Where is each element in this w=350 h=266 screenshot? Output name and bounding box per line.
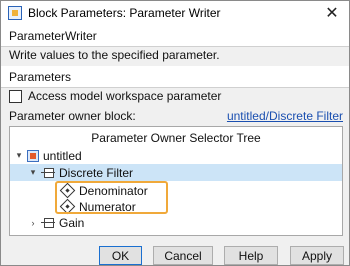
tree-node-label: untitled [43, 148, 82, 163]
tree-node-label: Discrete Filter [59, 165, 134, 180]
tree-node-discrete-filter[interactable]: ▾ Discrete Filter [10, 164, 342, 181]
cancel-button[interactable]: Cancel [153, 246, 213, 265]
help-button[interactable]: Help [224, 246, 278, 265]
access-workspace-checkbox[interactable] [9, 89, 22, 103]
block-name-header: ParameterWriter [1, 25, 349, 47]
tree-node-label: Gain [59, 215, 85, 230]
model-icon [27, 149, 39, 162]
title-bar[interactable]: Block Parameters: Parameter Writer ✕ [1, 1, 349, 25]
tree-node-gain[interactable]: › Gain [28, 214, 85, 231]
window-title: Block Parameters: Parameter Writer [28, 6, 221, 20]
block-icon [41, 217, 55, 228]
parameters-section-label: Parameters [9, 69, 72, 84]
owner-block-label: Parameter owner block: [9, 109, 136, 123]
chevron-down-icon[interactable]: ▾ [28, 167, 38, 178]
parameters-header: Parameters [1, 66, 349, 88]
access-workspace-row[interactable]: Access model workspace parameter [9, 89, 221, 103]
access-workspace-label: Access model workspace parameter [28, 89, 222, 103]
simulink-block-icon [8, 6, 22, 20]
parameter-owner-tree: Parameter Owner Selector Tree ▾ untitled… [9, 126, 343, 236]
tree-title: Parameter Owner Selector Tree [91, 131, 261, 145]
ok-button[interactable]: OK [99, 246, 142, 265]
chevron-right-icon[interactable]: › [28, 218, 38, 228]
block-icon [41, 167, 55, 178]
block-name: ParameterWriter [9, 28, 97, 43]
block-description: Write values to the specified parameter. [9, 48, 220, 62]
owner-block-link[interactable]: untitled/Discrete Filter [227, 109, 343, 123]
owner-block-row: Parameter owner block: untitled/Discrete… [9, 109, 343, 123]
chevron-down-icon[interactable]: ▾ [14, 150, 24, 161]
apply-button[interactable]: Apply [290, 246, 344, 265]
parameter-highlight [55, 181, 168, 214]
tree-node-untitled[interactable]: ▾ untitled [14, 147, 82, 164]
close-icon[interactable]: ✕ [321, 3, 343, 23]
block-parameters-dialog: Block Parameters: Parameter Writer ✕ Par… [0, 0, 350, 266]
